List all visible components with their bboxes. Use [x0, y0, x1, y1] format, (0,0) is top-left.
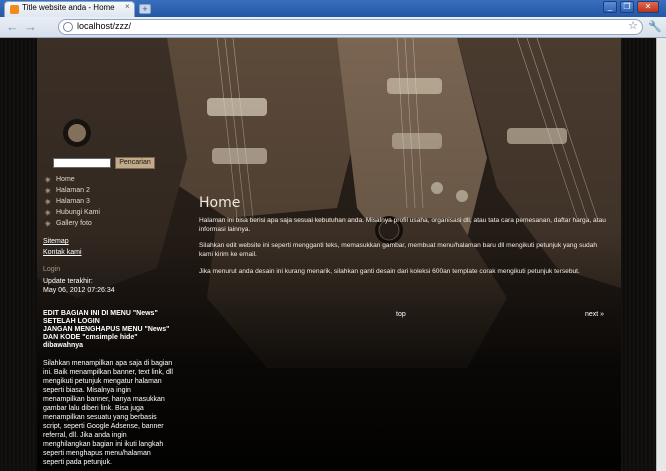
contact-link[interactable]: Kontak kami [43, 249, 82, 256]
star-bullet-icon: ✷ [44, 219, 52, 229]
top-link[interactable]: top [396, 311, 406, 318]
forward-arrow-icon[interactable]: → [24, 20, 37, 34]
wrench-menu-icon[interactable]: 🔧 [648, 20, 662, 33]
edit-note: EDIT BAGIAN INI DI MENU "News" SETELAH L… [43, 310, 170, 349]
web-page: Pencarian ✷ Home ✷ Halaman 2 ✷ Halaman 3… [0, 38, 666, 471]
update-date: May 06, 2012 07:26:34 [43, 287, 115, 294]
restore-button[interactable]: ❐ [620, 1, 634, 13]
browser-titlebar: Title website anda - Home × + _ ❐ ✕ [0, 0, 666, 17]
browser-tab[interactable]: Title website anda - Home × [4, 1, 135, 17]
next-link[interactable]: next » [585, 311, 604, 318]
minimize-button[interactable]: _ [603, 1, 617, 13]
update-label: Update terakhir: [43, 278, 93, 285]
url-text: localhost/zzz/ [77, 21, 132, 31]
globe-icon [63, 22, 73, 32]
sidebar-item-halaman-3[interactable]: ✷ Halaman 3 [44, 197, 144, 208]
sitemap-link[interactable]: Sitemap [43, 238, 69, 245]
star-bullet-icon: ✷ [44, 197, 52, 207]
tab-close-icon[interactable]: × [125, 2, 130, 11]
sidebar-item-home[interactable]: ✷ Home [44, 175, 144, 186]
sidebar-menu: ✷ Home ✷ Halaman 2 ✷ Halaman 3 ✷ Hubungi… [44, 175, 144, 230]
address-bar[interactable]: localhost/zzz/ ☆ [58, 19, 643, 35]
sidebar-item-hubungi-kami[interactable]: ✷ Hubungi Kami [44, 208, 144, 219]
paragraph-1: Halaman ini bisa berisi apa saja sesuai … [199, 217, 606, 233]
tab-title: Title website anda - Home [22, 3, 115, 12]
bookmark-star-icon[interactable]: ☆ [628, 19, 638, 32]
page-scrollbar[interactable] [656, 38, 666, 471]
edit-description: Silahkan menampilkan apa saja di bagian … [43, 360, 173, 466]
star-bullet-icon: ✷ [44, 208, 52, 218]
new-tab-button[interactable]: + [139, 4, 151, 14]
search-button[interactable]: Pencarian [115, 157, 155, 169]
page-title: Home [199, 195, 241, 211]
sidebar-item-halaman-2[interactable]: ✷ Halaman 2 [44, 186, 144, 197]
favicon-icon [10, 5, 19, 14]
sidebar-item-gallery-foto[interactable]: ✷ Gallery foto [44, 219, 144, 230]
search-input[interactable] [53, 158, 111, 168]
close-window-button[interactable]: ✕ [637, 1, 659, 13]
paragraph-2: Silahkan edit website ini seperti mengga… [199, 242, 598, 258]
star-bullet-icon: ✷ [44, 186, 52, 196]
paragraph-3: Jika menurut anda desain ini kurang mena… [199, 268, 580, 275]
star-bullet-icon: ✷ [44, 175, 52, 185]
browser-toolbar: ← → localhost/zzz/ ☆ 🔧 [0, 17, 666, 38]
login-link[interactable]: Login [43, 266, 60, 273]
back-arrow-icon[interactable]: ← [6, 20, 19, 34]
